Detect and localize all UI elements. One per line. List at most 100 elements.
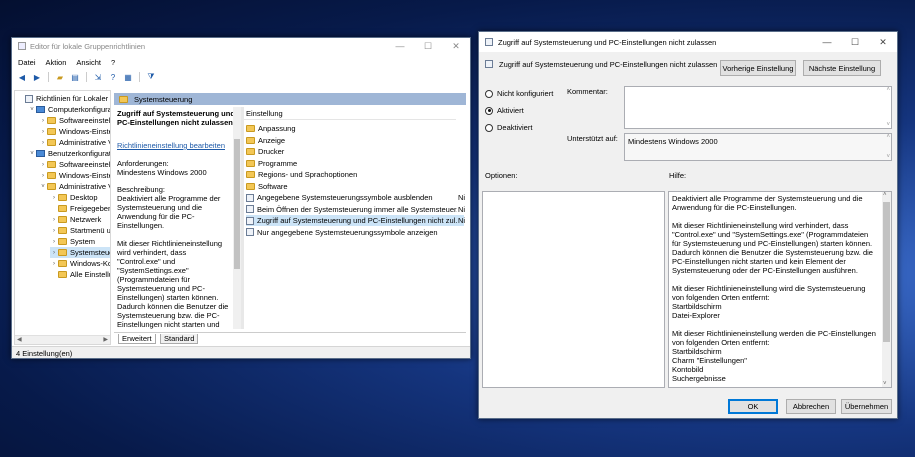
- minimize-button[interactable]: —: [386, 38, 414, 54]
- tree-item-label: Windows-Einstell: [59, 171, 111, 180]
- tab-erweitert[interactable]: Erweitert: [118, 334, 156, 344]
- radio-not-configured-circle[interactable]: [485, 89, 493, 98]
- tree-item[interactable]: Richtlinien für Lokaler Co: [17, 93, 110, 104]
- list-item[interactable]: Anzeige: [246, 135, 464, 146]
- scroll-left-icon[interactable]: ◀: [17, 336, 22, 343]
- list-column-header[interactable]: Einstellung: [244, 109, 456, 120]
- tree-item[interactable]: › Softwareeinstellu: [39, 159, 110, 170]
- supported-scroll-down-icon[interactable]: ˅: [886, 154, 890, 160]
- help-scroll-up-icon[interactable]: ˄: [883, 192, 887, 198]
- list-item[interactable]: Nur angegebene Systemsteuerungssymbole a…: [246, 227, 464, 238]
- tree-item[interactable]: ˅ Benutzerkonfiguratic: [28, 148, 110, 159]
- dialog-close-button[interactable]: ✕: [869, 32, 897, 52]
- radio-not-configured[interactable]: Nicht konfiguriert: [485, 89, 553, 98]
- middle-scrollbar[interactable]: [241, 107, 244, 329]
- menu-help[interactable]: ?: [111, 58, 115, 67]
- chevron-right-icon[interactable]: ›: [50, 261, 58, 267]
- radio-disabled[interactable]: Deaktiviert: [485, 123, 532, 132]
- back-arrow-icon[interactable]: ◀: [16, 71, 28, 83]
- chevron-right-icon[interactable]: ›: [50, 239, 58, 245]
- ok-button[interactable]: OK: [728, 399, 778, 414]
- apply-button[interactable]: Übernehmen: [841, 399, 892, 414]
- desc-scrollbar[interactable]: [233, 107, 241, 329]
- tree-item[interactable]: › Windows-Einstell: [39, 126, 110, 137]
- chevron-right-icon[interactable]: ›: [39, 129, 47, 135]
- chevron-right-icon[interactable]: ›: [50, 250, 58, 256]
- chevron-right-icon[interactable]: ›: [39, 140, 47, 146]
- radio-disabled-circle[interactable]: [485, 123, 493, 132]
- list-item[interactable]: Programme: [246, 158, 464, 169]
- tree-item[interactable]: › Administrative Vo: [39, 137, 110, 148]
- desc-scroll-thumb[interactable]: [234, 139, 240, 269]
- help-icon[interactable]: ?: [107, 71, 119, 83]
- list-item[interactable]: Software: [246, 181, 464, 192]
- chevron-down-icon[interactable]: ˅: [28, 107, 36, 113]
- tree-item[interactable]: Freigegebene: [50, 203, 110, 214]
- list-item[interactable]: Anpassung: [246, 123, 464, 134]
- tree-item[interactable]: › System: [50, 236, 95, 247]
- tree-item[interactable]: › Startmenü un: [50, 225, 110, 236]
- help-scroll-down-icon[interactable]: ˅: [883, 381, 887, 387]
- menu-datei[interactable]: Datei: [18, 58, 36, 67]
- comment-scroll-up-icon[interactable]: ˄: [886, 87, 890, 93]
- help-scroll-thumb[interactable]: [883, 202, 890, 342]
- comment-scroll-down-icon[interactable]: ˅: [886, 122, 890, 128]
- tree-item-label: Desktop: [70, 193, 98, 202]
- radio-enabled[interactable]: Aktiviert: [485, 106, 524, 115]
- help-paragraph-4: Mit dieser Richtlinieneinstellung werden…: [672, 329, 876, 347]
- radio-enabled-circle[interactable]: [485, 106, 493, 115]
- group-policy-editor-window: Editor für lokale Gruppenrichtlinien — ☐…: [11, 37, 471, 359]
- scroll-right-icon[interactable]: ▶: [103, 336, 108, 343]
- chevron-down-icon[interactable]: ˅: [39, 184, 47, 190]
- tree-item[interactable]: › Netzwerk: [50, 214, 101, 225]
- tree-hscrollbar[interactable]: ◀ ▶: [15, 335, 110, 344]
- folder-icon: [58, 227, 67, 234]
- tree-item[interactable]: Alle Einstellur: [50, 269, 110, 280]
- filter-icon[interactable]: ⧩: [145, 71, 157, 83]
- maximize-button[interactable]: ☐: [414, 38, 442, 54]
- list-item[interactable]: Drucker: [246, 146, 464, 157]
- close-button[interactable]: ✕: [442, 38, 470, 54]
- chevron-right-icon[interactable]: ›: [50, 195, 58, 201]
- chevron-right-icon[interactable]: ›: [39, 173, 47, 179]
- list-item[interactable]: Zugriff auf Systemsteuerung und PC-Einst…: [246, 215, 465, 226]
- tree-item[interactable]: › Windows-Einstell: [39, 170, 111, 181]
- help-scrollbar[interactable]: ˄ ˅: [882, 192, 891, 387]
- list-item-label: Regions- und Sprachoptionen: [258, 170, 358, 179]
- dialog-maximize-button[interactable]: ☐: [841, 32, 869, 52]
- list-item[interactable]: Beim Öffnen der Systemsteuerung immer al…: [246, 204, 465, 215]
- chevron-right-icon[interactable]: ›: [50, 228, 58, 234]
- chevron-down-icon[interactable]: ˅: [28, 151, 36, 157]
- dialog-titlebar[interactable]: Zugriff auf Systemsteuerung und PC-Einst…: [479, 32, 897, 52]
- show-tree-icon[interactable]: ▤: [69, 71, 81, 83]
- list-item[interactable]: Regions- und Sprachoptionen: [246, 169, 464, 180]
- tab-standard[interactable]: Standard: [160, 334, 199, 344]
- supported-scroll-up-icon[interactable]: ˄: [886, 134, 890, 140]
- list-item-label: Zugriff auf Systemsteuerung und PC-Einst…: [257, 216, 457, 225]
- tree-item[interactable]: › Softwareeinstellu: [39, 115, 110, 126]
- tree-item[interactable]: › Windows-Kor: [50, 258, 110, 269]
- menu-ansicht[interactable]: Ansicht: [76, 58, 101, 67]
- list-item[interactable]: Angegebene Systemsteuerungssymbole ausbl…: [246, 192, 465, 203]
- menu-aktion[interactable]: Aktion: [46, 58, 67, 67]
- tree-item[interactable]: › Systemsteuer: [50, 247, 110, 258]
- chevron-right-icon[interactable]: ›: [50, 217, 58, 223]
- next-setting-button[interactable]: Nächste Einstellung: [803, 60, 881, 76]
- tree-pane: Richtlinien für Lokaler Co˅Computerkonfi…: [14, 90, 111, 345]
- edit-policy-link[interactable]: Richtlinieneinstellung bearbeiten: [117, 141, 225, 150]
- cancel-button[interactable]: Abbrechen: [786, 399, 836, 414]
- up-folder-icon[interactable]: ▰: [54, 71, 66, 83]
- tree-item[interactable]: ˅ Computerkonfigurat: [28, 104, 110, 115]
- gpe-titlebar[interactable]: Editor für lokale Gruppenrichtlinien — ☐…: [12, 38, 470, 54]
- tree-item[interactable]: › Desktop: [50, 192, 98, 203]
- help-paragraph-2: Mit dieser Richtlinieneinstellung wird v…: [672, 221, 873, 275]
- comment-textarea[interactable]: ˄ ˅: [624, 86, 892, 129]
- properties-icon[interactable]: ▦: [122, 71, 134, 83]
- previous-setting-button[interactable]: Vorherige Einstellung: [720, 60, 796, 76]
- forward-arrow-icon[interactable]: ▶: [31, 71, 43, 83]
- chevron-right-icon[interactable]: ›: [39, 162, 47, 168]
- chevron-right-icon[interactable]: ›: [39, 118, 47, 124]
- tree-item[interactable]: ˅ Administrative Vo: [39, 181, 110, 192]
- dialog-minimize-button[interactable]: —: [813, 32, 841, 52]
- export-list-icon[interactable]: ⇲: [92, 71, 104, 83]
